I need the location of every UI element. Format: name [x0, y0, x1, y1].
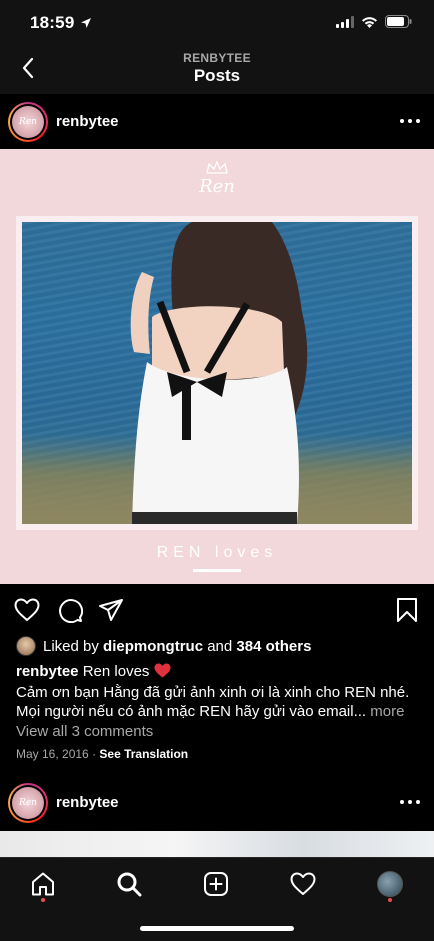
date-separator: · — [92, 747, 97, 761]
red-heart-icon — [154, 663, 171, 683]
liked-by-others[interactable]: 384 others — [236, 638, 311, 655]
new-post-icon — [204, 872, 228, 896]
heart-icon — [14, 598, 40, 621]
photo — [22, 222, 412, 524]
comment-button[interactable] — [56, 596, 84, 624]
signal-icon — [336, 15, 354, 33]
save-button[interactable] — [393, 596, 421, 624]
liked-by-user[interactable]: diepmongtruc — [103, 638, 203, 655]
share-icon — [99, 599, 123, 621]
post-username[interactable]: renbytee — [56, 794, 119, 811]
tab-home[interactable] — [27, 868, 59, 900]
home-icon — [32, 872, 54, 896]
like-button[interactable] — [13, 596, 41, 624]
avatar-image: Ren — [12, 787, 44, 819]
liked-by-and: and — [207, 637, 233, 655]
photo-frame — [16, 216, 418, 530]
caption-title: Ren loves — [82, 663, 150, 680]
wifi-icon — [361, 15, 378, 33]
avatar[interactable]: Ren — [8, 102, 48, 142]
bookmark-icon — [397, 598, 417, 622]
activity-icon — [290, 872, 316, 895]
avatar[interactable]: Ren — [8, 783, 48, 823]
nav-subtitle: RENBYTEE — [183, 51, 251, 65]
post-date-row: May 16, 2016 · See Translation — [16, 747, 188, 761]
liked-by-prefix: Liked by — [43, 637, 99, 655]
liker-avatar — [16, 636, 36, 656]
status-bar: 18:59 — [0, 0, 434, 46]
profile-avatar — [377, 871, 403, 897]
view-comments-link[interactable]: View all 3 comments — [16, 723, 153, 740]
nav-bar: RENBYTEE Posts — [0, 46, 434, 94]
post-date: May 16, 2016 — [16, 747, 89, 761]
status-time: 18:59 — [30, 13, 75, 32]
location-arrow-icon — [80, 16, 92, 34]
profile-notification-dot — [388, 898, 392, 902]
share-button[interactable] — [97, 596, 125, 624]
comment-icon — [59, 599, 83, 623]
caption-username[interactable]: renbytee — [16, 663, 79, 680]
home-indicator[interactable] — [140, 926, 294, 931]
woman-figure — [130, 222, 308, 524]
caption-more-link[interactable]: more — [370, 703, 404, 720]
image-overlay-text: REN loves — [156, 544, 278, 561]
overlay-underline — [193, 569, 241, 572]
post-caption: renbytee Ren loves Cảm ơn bạn Hằng đã gử… — [16, 662, 420, 721]
post-actions — [0, 594, 434, 626]
liked-by[interactable]: Liked by diepmongtruc and 384 others — [16, 635, 311, 657]
home-notification-dot — [41, 898, 45, 902]
avatar-image: Ren — [12, 106, 44, 138]
tab-profile[interactable] — [374, 868, 406, 900]
page-title: Posts — [193, 66, 241, 85]
more-options-icon[interactable] — [400, 792, 420, 812]
tab-search[interactable] — [113, 868, 145, 900]
post-image[interactable]: Ren REN loves — [0, 149, 434, 584]
more-options-icon[interactable] — [400, 111, 420, 131]
status-indicators — [336, 15, 412, 33]
brand-logo: Ren — [199, 176, 235, 197]
search-icon — [117, 872, 142, 897]
post-header: Ren renbytee — [0, 775, 434, 830]
post-header: Ren renbytee — [0, 94, 434, 149]
see-translation-link[interactable]: See Translation — [99, 747, 188, 761]
post-username[interactable]: renbytee — [56, 113, 119, 130]
tab-activity[interactable] — [287, 868, 319, 900]
tab-new-post[interactable] — [200, 868, 232, 900]
battery-icon — [385, 15, 412, 33]
caption-body: Cảm ơn bạn Hằng đã gửi ảnh xinh ơi là xi… — [16, 684, 410, 720]
crown-icon — [206, 161, 228, 174]
